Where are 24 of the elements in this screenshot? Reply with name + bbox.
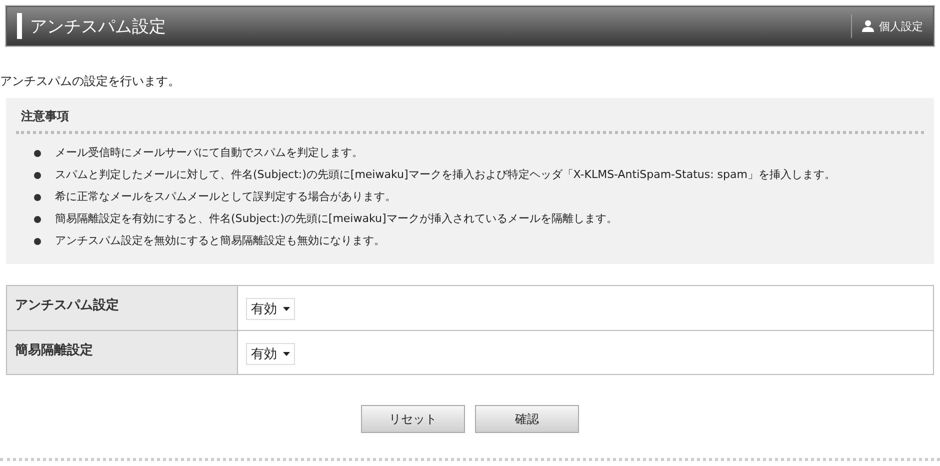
setting-dropdown[interactable]: 有効 [246, 298, 295, 320]
bullet-icon [34, 216, 41, 222]
bullet-icon [34, 172, 41, 178]
notice-title: 注意事項 [21, 108, 70, 125]
title-accent-bar [17, 13, 22, 39]
notice-text: 希に正常なメールをスパムメールとして誤判定する場合があります。 [55, 189, 396, 205]
person-icon [862, 20, 874, 32]
page-title: アンチスパム設定 [30, 16, 167, 38]
bullet-icon [34, 194, 41, 200]
confirm-button[interactable]: 確認 [475, 405, 579, 433]
personal-settings-link[interactable]: 個人設定 [851, 14, 923, 38]
bullet-icon [34, 238, 41, 244]
setting-label: 簡易隔離設定 [7, 330, 238, 374]
caret-icon [283, 307, 290, 311]
notice-text: スパムと判定したメールに対して、件名(Subject:)の先頭に[meiwaku]マークを挿入および特定ヘッダ「X-KLMS-AntiSpam-Status: spam」を挿入します。 [55, 167, 836, 183]
notice-text: アンチスパム設定を無効にすると簡易隔離設定も無効になります。 [55, 233, 385, 249]
intro-text: アンチスパムの設定を行います。 [0, 73, 181, 90]
setting-dropdown[interactable]: 有効 [246, 343, 295, 365]
notice-text: 簡易隔離設定を有効にすると、件名(Subject:)の先頭に[meiwaku]マークが挿入されているメールを隔離します。 [55, 211, 618, 227]
setting-label: アンチスパム設定 [7, 286, 238, 330]
notice-text: メール受信時にメールサーバにて自動でスパムを判定します。 [55, 145, 363, 161]
caret-icon [283, 352, 290, 356]
reset-button[interactable]: リセット [361, 405, 465, 433]
bullet-icon [34, 150, 41, 156]
